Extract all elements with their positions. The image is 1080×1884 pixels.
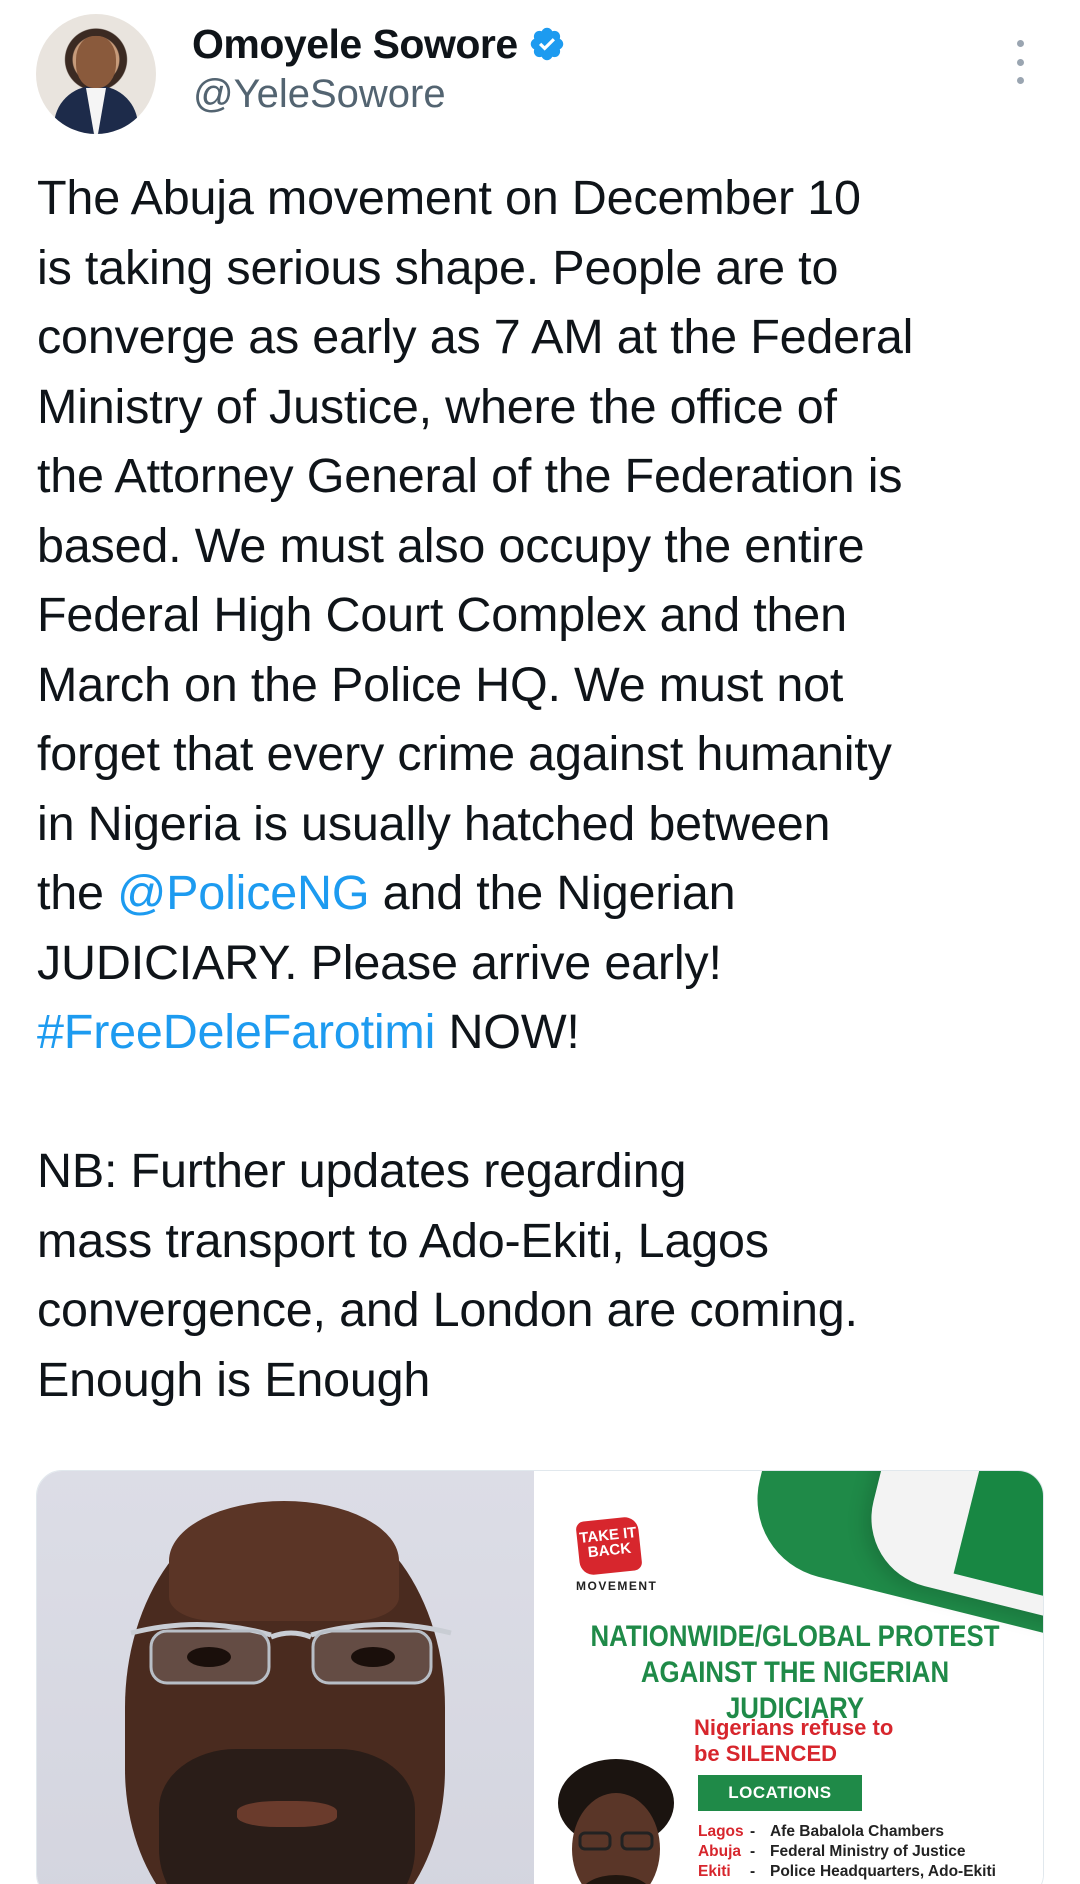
location-city: Ekiti bbox=[697, 1863, 731, 1880]
tweet-text-line: Ministry of Justice, where the office of bbox=[37, 373, 1057, 443]
poster-title: NATIONWIDE/GLOBAL PROTEST AGAINST THE NI… bbox=[581, 1619, 1009, 1727]
location-place: Afe Babalola Chambers bbox=[769, 1823, 944, 1840]
poster-subtitle-line: be SILENCED bbox=[693, 1741, 838, 1766]
portrait-glasses bbox=[130, 1622, 452, 1685]
more-vertical-icon[interactable] bbox=[1008, 40, 1032, 84]
more-dot bbox=[1016, 58, 1024, 66]
tweet-text-line: forget that every crime against humanity bbox=[37, 720, 1057, 790]
portrait-forehead bbox=[169, 1501, 399, 1621]
logo-subtitle: MOVEMENT bbox=[575, 1579, 658, 1593]
tweet-text-line: JUDICIARY. Please arrive early! bbox=[37, 929, 1057, 999]
tweet-text-line: converge as early as 7 AM at the Federal bbox=[37, 303, 1057, 373]
location-dash: - bbox=[749, 1823, 756, 1840]
tweet-text-line: the Attorney General of the Federation i… bbox=[37, 442, 1057, 512]
tweet-text-segment: Enough is Enough bbox=[37, 1352, 431, 1407]
tweet-text-segment: the bbox=[37, 866, 118, 920]
poster-person-photo bbox=[557, 1759, 674, 1884]
tweet-text-line: convergence, and London are coming. bbox=[37, 1276, 1057, 1346]
tweet-text-segment: NOW! bbox=[435, 1005, 580, 1059]
location-place: Federal Ministry of Justice bbox=[769, 1843, 966, 1860]
tweet-text-line bbox=[37, 1068, 1057, 1138]
tweet-header: Omoyele Sowore @YeleSowore bbox=[0, 0, 1080, 150]
tweet-text-line: in Nigeria is usually hatched between bbox=[37, 790, 1057, 860]
tweet-text-segment: Ministry of Justice, where the office of bbox=[37, 379, 837, 434]
location-city: Lagos bbox=[697, 1823, 744, 1840]
tweet-text-line: mass transport to Ado-Ekiti, Lagos bbox=[37, 1207, 1057, 1277]
location-dash: - bbox=[749, 1843, 756, 1860]
tweet-text-line: Federal High Court Complex and then bbox=[37, 581, 1057, 651]
author-display-name[interactable]: Omoyele Sowore bbox=[192, 21, 518, 68]
mention-link[interactable]: @PoliceNG bbox=[117, 866, 369, 920]
tweet-text-segment: forget that every crime against humanity bbox=[37, 727, 892, 781]
portrait-mouth bbox=[237, 1801, 337, 1827]
tweet-text-segment: converge as early as 7 AM at the Federal bbox=[37, 310, 914, 364]
more-dot bbox=[1016, 77, 1024, 84]
tweet-text-line: based. We must also occupy the entire bbox=[37, 512, 1057, 582]
media-gap bbox=[534, 1471, 546, 1884]
location-row: Ekiti - Police Headquarters, Ado-Ekiti bbox=[698, 1863, 996, 1881]
tweet-text-line: the @PoliceNG and the Nigerian bbox=[37, 859, 1057, 929]
location-row: Lagos - Afe Babalola Chambers bbox=[698, 1823, 944, 1841]
tweet-text-segment: the Attorney General of the Federation i… bbox=[37, 449, 903, 503]
location-city: Abuja bbox=[697, 1843, 742, 1860]
tweet-text-segment: Federal High Court Complex and then bbox=[37, 588, 847, 642]
location-dash: - bbox=[749, 1863, 756, 1880]
tweet-text-segment: NB: Further updates regarding bbox=[37, 1144, 687, 1198]
tweet-text-line: The Abuja movement on December 10 bbox=[37, 164, 1057, 234]
tweet-text-line: Enough is Enough bbox=[37, 1346, 1057, 1416]
poster-subtitle-line: Nigerians refuse to bbox=[693, 1715, 894, 1740]
tweet-text-segment: JUDICIARY. Please arrive early! bbox=[37, 935, 722, 990]
location-row: Abuja - Federal Ministry of Justice bbox=[698, 1843, 966, 1861]
tweet-text-segment: in Nigeria is usually hatched between bbox=[37, 796, 831, 851]
author-avatar[interactable] bbox=[36, 14, 156, 134]
locations-label: LOCATIONS bbox=[697, 1775, 862, 1811]
poster-title-line: NATIONWIDE/GLOBAL PROTEST bbox=[590, 1620, 1000, 1653]
media-poster[interactable]: TAKE IT BACK MOVEMENT NATIONWIDE/GLOBAL … bbox=[545, 1471, 1043, 1884]
verified-badge-icon bbox=[530, 27, 563, 61]
tweet-text-segment: and the Nigerian bbox=[369, 866, 736, 920]
media-photo-portrait[interactable] bbox=[37, 1471, 535, 1884]
tweet-text-line: #FreeDeleFarotimi NOW! bbox=[37, 998, 1057, 1068]
take-it-back-logo: TAKE IT BACK bbox=[575, 1515, 643, 1577]
more-dot bbox=[1016, 40, 1024, 47]
tweet-text-segment: The Abuja movement on December 10 bbox=[37, 171, 861, 225]
tweet-text-line: is taking serious shape. People are to bbox=[37, 234, 1057, 304]
tweet-media[interactable]: TAKE IT BACK MOVEMENT NATIONWIDE/GLOBAL … bbox=[36, 1470, 1044, 1884]
author-name-row[interactable]: Omoyele Sowore bbox=[192, 16, 566, 72]
author-handle[interactable]: @YeleSowore bbox=[193, 72, 446, 117]
tweet-text-segment: is taking serious shape. People are to bbox=[37, 240, 839, 295]
tweet-text-segment: March on the Police HQ. We must not bbox=[37, 657, 844, 712]
tweet-text: The Abuja movement on December 10 is taki… bbox=[37, 164, 1057, 1415]
poster-subtitle: Nigerians refuse to be SILENCED bbox=[694, 1715, 954, 1767]
tweet-text-segment: based. We must also occupy the entire bbox=[37, 518, 865, 573]
location-place: Police Headquarters, Ado-Ekiti bbox=[769, 1863, 996, 1880]
tweet-text-line: March on the Police HQ. We must not bbox=[37, 651, 1057, 721]
avatar-face bbox=[76, 36, 116, 88]
tweet-text-segment: mass transport to Ado-Ekiti, Lagos bbox=[37, 1213, 769, 1268]
tweet-text-segment: convergence, and London are coming. bbox=[37, 1283, 858, 1337]
hashtag-link[interactable]: #FreeDeleFarotimi bbox=[37, 1005, 435, 1059]
tweet-text-line: NB: Further updates regarding bbox=[37, 1137, 1057, 1207]
